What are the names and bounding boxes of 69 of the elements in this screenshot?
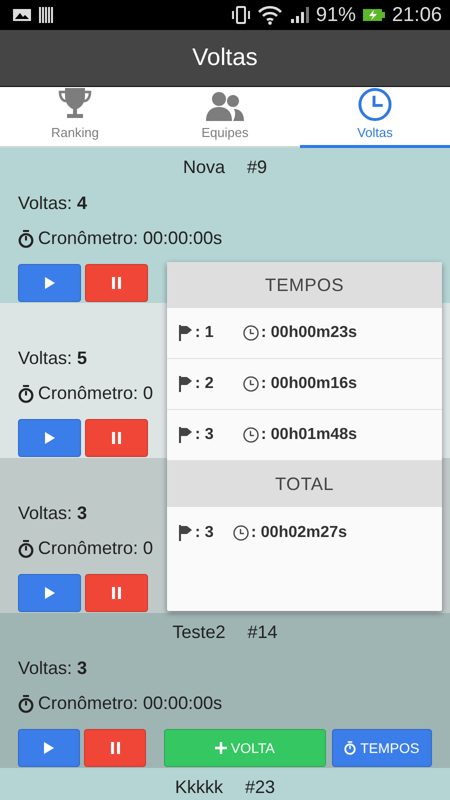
play-icon	[44, 277, 54, 289]
wifi-icon	[258, 5, 284, 25]
play-button[interactable]	[18, 264, 81, 302]
lap-time: : 00h01m48s	[261, 426, 358, 444]
lap-count: Voltas: 3	[18, 503, 88, 524]
popup-title: TEMPOS	[264, 274, 344, 296]
lap-number: : 2	[195, 375, 215, 393]
tab[interactable]: Equipes	[150, 87, 300, 148]
people-icon	[205, 90, 245, 122]
play-icon	[44, 587, 54, 599]
team-name: Nova	[182, 156, 225, 178]
screen-title: Voltas	[192, 44, 258, 72]
timer-text: Cronômetro: 00:00:00s	[38, 228, 222, 249]
team-number: #23	[244, 776, 276, 798]
stopwatch-icon	[344, 741, 356, 755]
timer-text: Cronômetro: 0	[38, 538, 154, 559]
battery-percent: 91%	[316, 4, 356, 26]
clock-icon	[233, 524, 249, 540]
pause-icon	[110, 742, 120, 754]
lap-time: : 00h00m16s	[261, 375, 358, 393]
pause-icon	[112, 277, 121, 289]
pause-icon	[112, 432, 121, 444]
total-time: : 00h02m27s	[251, 524, 348, 542]
pause-button[interactable]	[85, 264, 148, 302]
tab[interactable]: Ranking	[0, 87, 150, 148]
add-lap-button[interactable]: VOLTA	[164, 729, 326, 767]
play-button[interactable]	[18, 729, 80, 767]
signal-icon	[290, 6, 310, 24]
team-name: Teste2	[172, 622, 226, 642]
lap-count: Voltas: 3	[18, 658, 88, 679]
pause-button[interactable]	[85, 419, 148, 457]
flag-icon	[179, 325, 193, 341]
team-number: #14	[248, 622, 278, 642]
stopwatch-icon	[18, 540, 34, 558]
total-laps: : 3	[195, 524, 215, 542]
lap-count: Voltas: 4	[18, 193, 88, 214]
battery-icon	[362, 7, 386, 23]
clock-icon	[243, 376, 259, 392]
clock-time: 21:06	[392, 4, 442, 26]
clock-icon	[243, 427, 259, 443]
team-number: #9	[247, 156, 268, 178]
lap-number: : 3	[195, 426, 215, 444]
play-icon	[44, 432, 54, 444]
pause-button[interactable]	[84, 729, 146, 767]
team-name: Kkkkk	[174, 776, 223, 798]
clock-icon	[357, 87, 393, 122]
lap-number: : 1	[195, 324, 215, 342]
pause-icon	[112, 587, 121, 599]
stopwatch-icon	[18, 230, 34, 248]
lap-count: Voltas: 5	[18, 348, 88, 369]
barcode-icon	[38, 6, 54, 24]
stopwatch-icon	[18, 384, 34, 402]
lap-time: : 00h00m23s	[261, 324, 358, 342]
flag-icon	[179, 376, 193, 392]
total-title: TOTAL	[275, 474, 334, 494]
play-button[interactable]	[18, 419, 81, 457]
vibrate-icon	[230, 5, 252, 25]
pause-button[interactable]	[85, 574, 148, 612]
times-button[interactable]: TEMPOS	[332, 729, 432, 767]
timer-text: Cronômetro: 00:00:00s	[38, 693, 222, 714]
plus-icon	[214, 742, 227, 754]
flag-icon	[179, 427, 193, 443]
timer-text: Cronômetro: 0	[38, 383, 154, 404]
stopwatch-icon	[18, 694, 34, 712]
flag-icon	[179, 524, 193, 540]
clock-icon	[243, 325, 259, 341]
play-button[interactable]	[18, 574, 81, 612]
play-icon	[44, 742, 54, 754]
image-icon	[12, 7, 32, 23]
